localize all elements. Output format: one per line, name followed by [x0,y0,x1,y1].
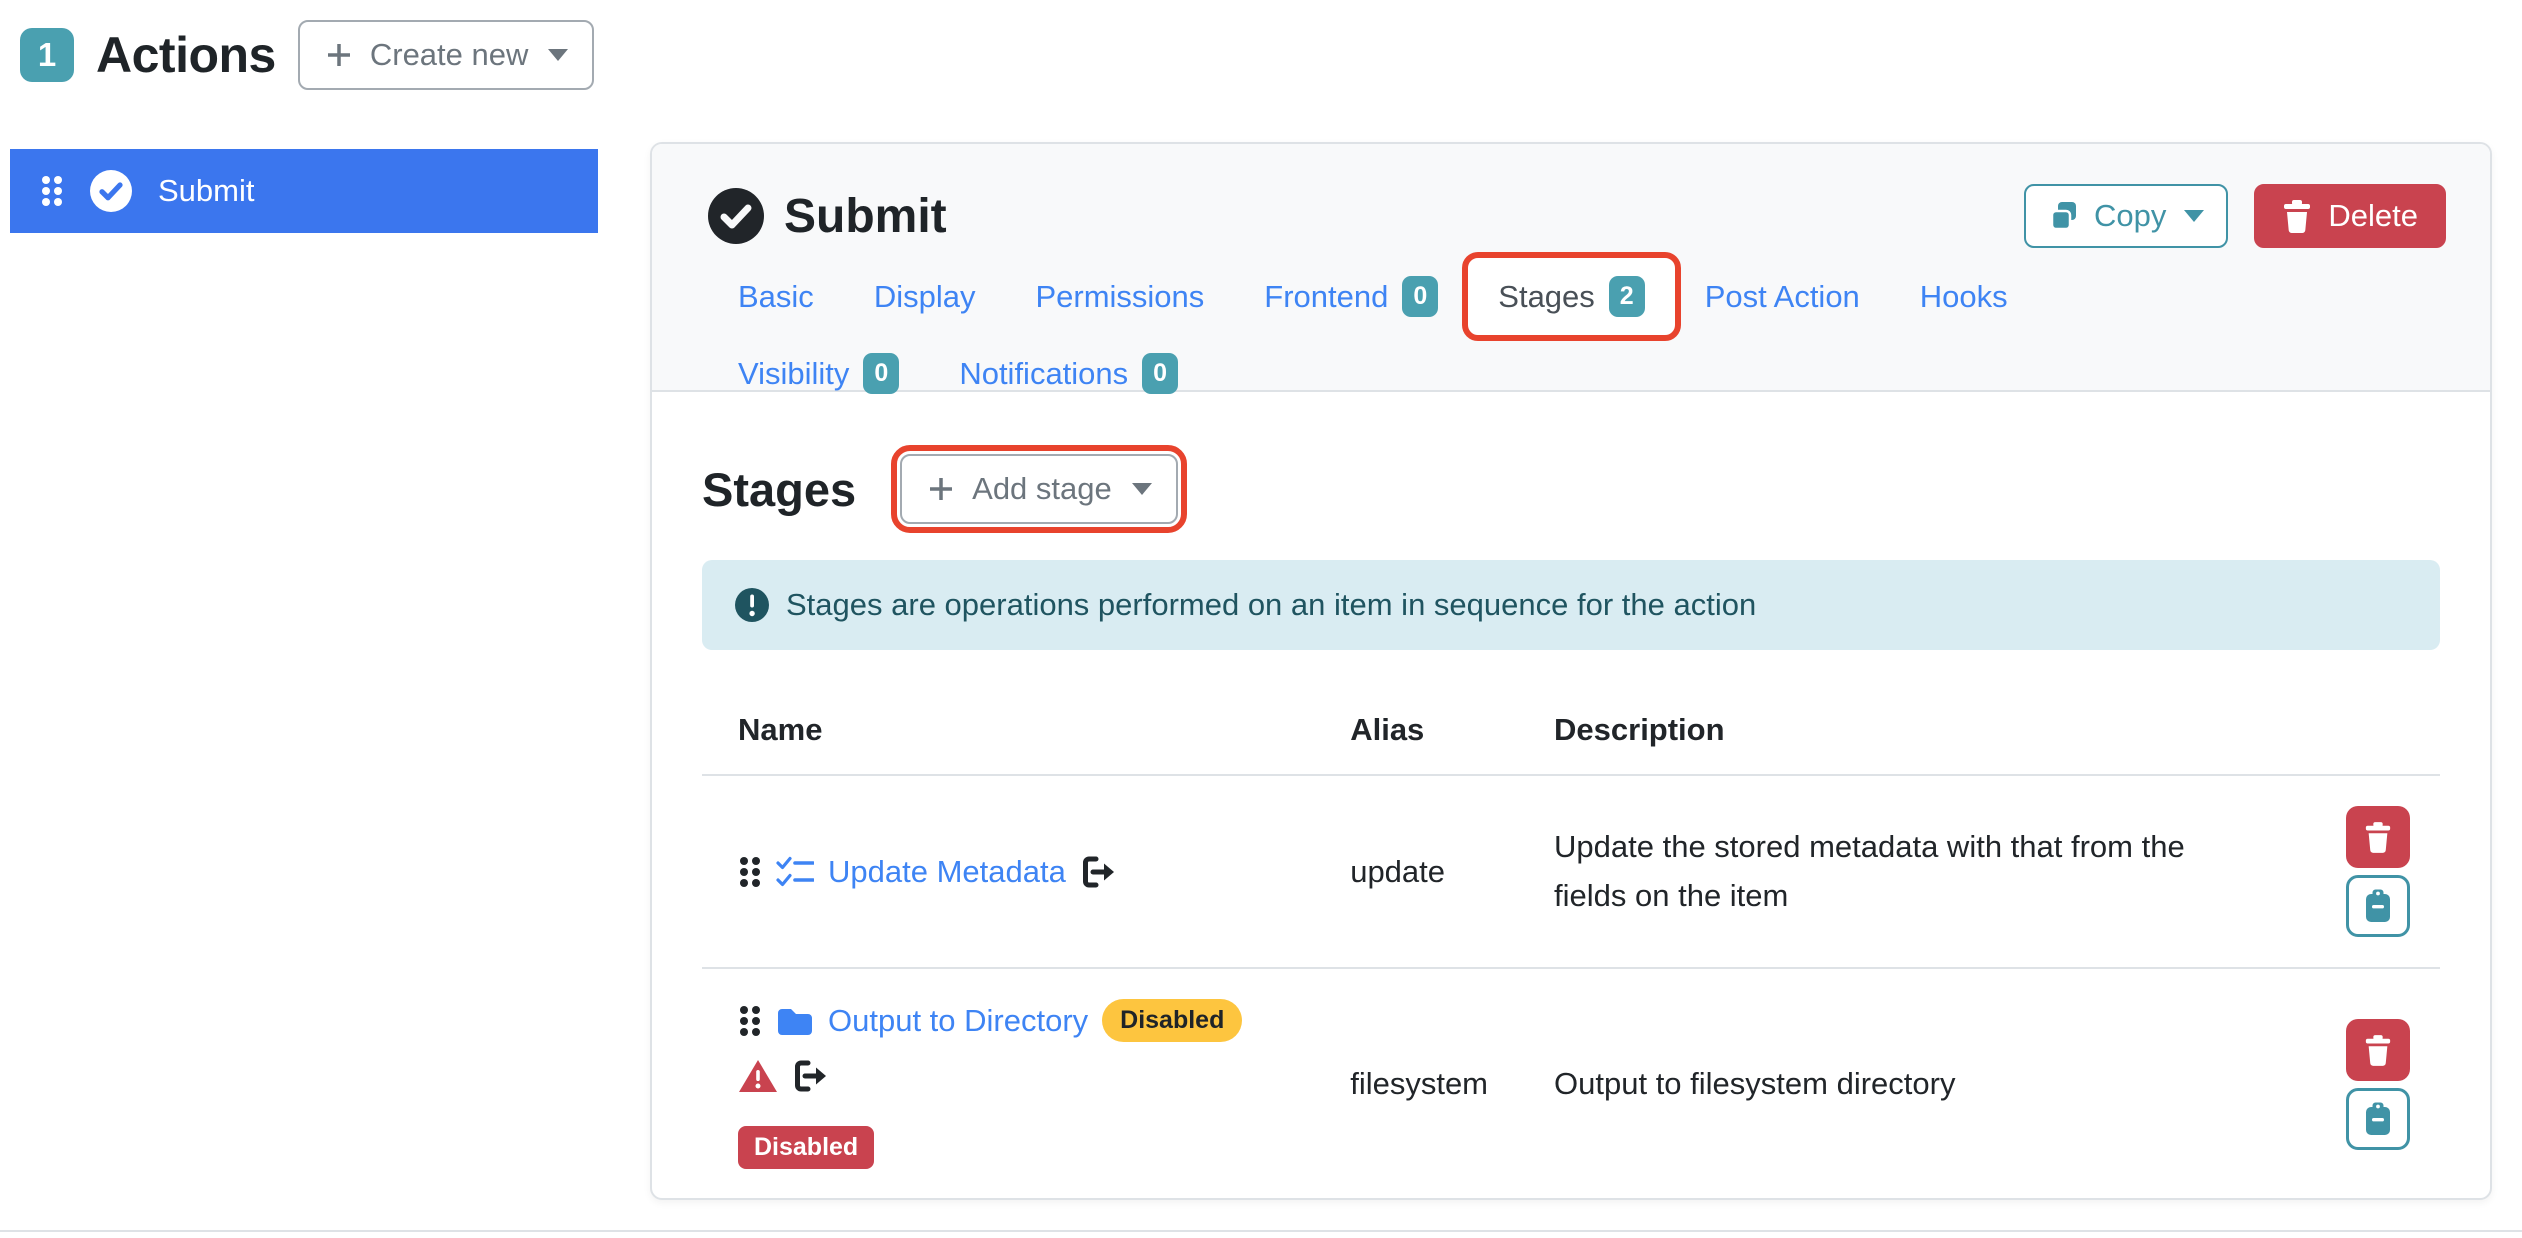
tab-visibility[interactable]: Visibility 0 [708,335,929,412]
visibility-count-badge: 0 [863,353,899,394]
action-detail-panel: Submit Copy [650,142,2492,1200]
panel-title-text: Submit [784,189,947,244]
add-stage-label: Add stage [972,471,1112,507]
warning-triangle-icon [738,1058,778,1094]
disabled-warning-badge: Disabled [1102,999,1242,1042]
check-circle-icon [90,170,132,212]
copy-label: Copy [2094,198,2166,234]
copy-button[interactable]: Copy [2024,184,2228,248]
panel-title-row: Submit [708,188,947,244]
column-header-name: Name [702,692,1314,775]
copy-icon [2048,200,2080,232]
stages-table: Name Alias Description [702,692,2440,1199]
sidebar-item-label: Submit [158,173,254,209]
tab-stages[interactable]: Stages 2 [1468,258,1674,335]
tab-notifications[interactable]: Notifications 0 [929,335,1208,412]
step-number-badge: 1 [20,28,74,82]
plus-icon [926,474,956,504]
column-header-actions [2310,692,2440,775]
delete-stage-button[interactable] [2346,806,2410,868]
trash-icon [2282,199,2312,233]
drag-handle-icon[interactable] [40,174,64,208]
tab-frontend[interactable]: Frontend 0 [1234,258,1468,335]
stages-tab-content: Stages Add stage Stages are operations p… [652,392,2490,1199]
stage-alias: update [1314,775,1518,968]
page-title: Actions [96,26,276,84]
column-header-alias: Alias [1314,692,1518,775]
stage-link-update-metadata[interactable]: Update Metadata [828,854,1066,890]
trash-icon [2364,821,2392,853]
clipboard-icon [2364,1102,2392,1136]
tab-hooks[interactable]: Hooks [1890,258,2038,335]
tab-permissions[interactable]: Permissions [1005,258,1234,335]
tab-post-action[interactable]: Post Action [1675,258,1890,335]
stages-info-text: Stages are operations performed on an it… [786,587,1756,623]
table-row: Output to Directory Disabled [702,968,2440,1199]
stages-count-badge: 2 [1609,276,1645,317]
stage-description: Output to filesystem directory [1554,1060,2254,1108]
sign-out-icon [1080,855,1116,889]
create-new-button[interactable]: Create new [298,20,595,90]
sidebar-item-submit[interactable]: Submit [10,149,598,233]
stage-link-output-to-directory[interactable]: Output to Directory [828,1003,1088,1039]
folder-icon [776,1005,814,1037]
frontend-count-badge: 0 [1402,276,1438,317]
chevron-down-icon [1132,483,1152,495]
tab-basic[interactable]: Basic [708,258,844,335]
check-circle-icon [708,188,764,244]
chevron-down-icon [548,49,568,61]
stage-description: Update the stored metadata with that fro… [1554,823,2254,919]
list-check-icon [776,856,814,888]
drag-handle-icon[interactable] [738,855,762,889]
sign-out-icon [792,1059,828,1093]
stages-heading: Stages [702,462,856,517]
delete-label: Delete [2328,198,2418,234]
table-row: Update Metadata update Update the s [702,775,2440,968]
trash-icon [2364,1034,2392,1066]
exclamation-circle-icon [734,587,770,623]
page-bottom-divider [0,1230,2522,1232]
disabled-danger-badge: Disabled [738,1126,874,1169]
stage-alias: filesystem [1314,968,1518,1199]
tab-display[interactable]: Display [844,258,1006,335]
column-header-description: Description [1518,692,2310,775]
actions-sidebar: Submit [10,149,598,233]
delete-button[interactable]: Delete [2254,184,2446,248]
delete-stage-button[interactable] [2346,1019,2410,1081]
panel-header: Submit Copy [652,144,2490,392]
drag-handle-icon[interactable] [738,1004,762,1038]
chevron-down-icon [2184,210,2204,222]
paste-stage-button[interactable] [2346,1088,2410,1150]
notifications-count-badge: 0 [1142,353,1178,394]
table-header-row: Name Alias Description [702,692,2440,775]
actions-header: 1 Actions Create new [20,20,594,90]
stages-info-alert: Stages are operations performed on an it… [702,560,2440,650]
plus-icon [324,40,354,70]
clipboard-icon [2364,889,2392,923]
panel-tabs: Basic Display Permissions Frontend 0 Sta… [708,258,2446,412]
add-stage-button[interactable]: Add stage [900,454,1178,524]
create-new-label: Create new [370,37,529,73]
paste-stage-button[interactable] [2346,875,2410,937]
